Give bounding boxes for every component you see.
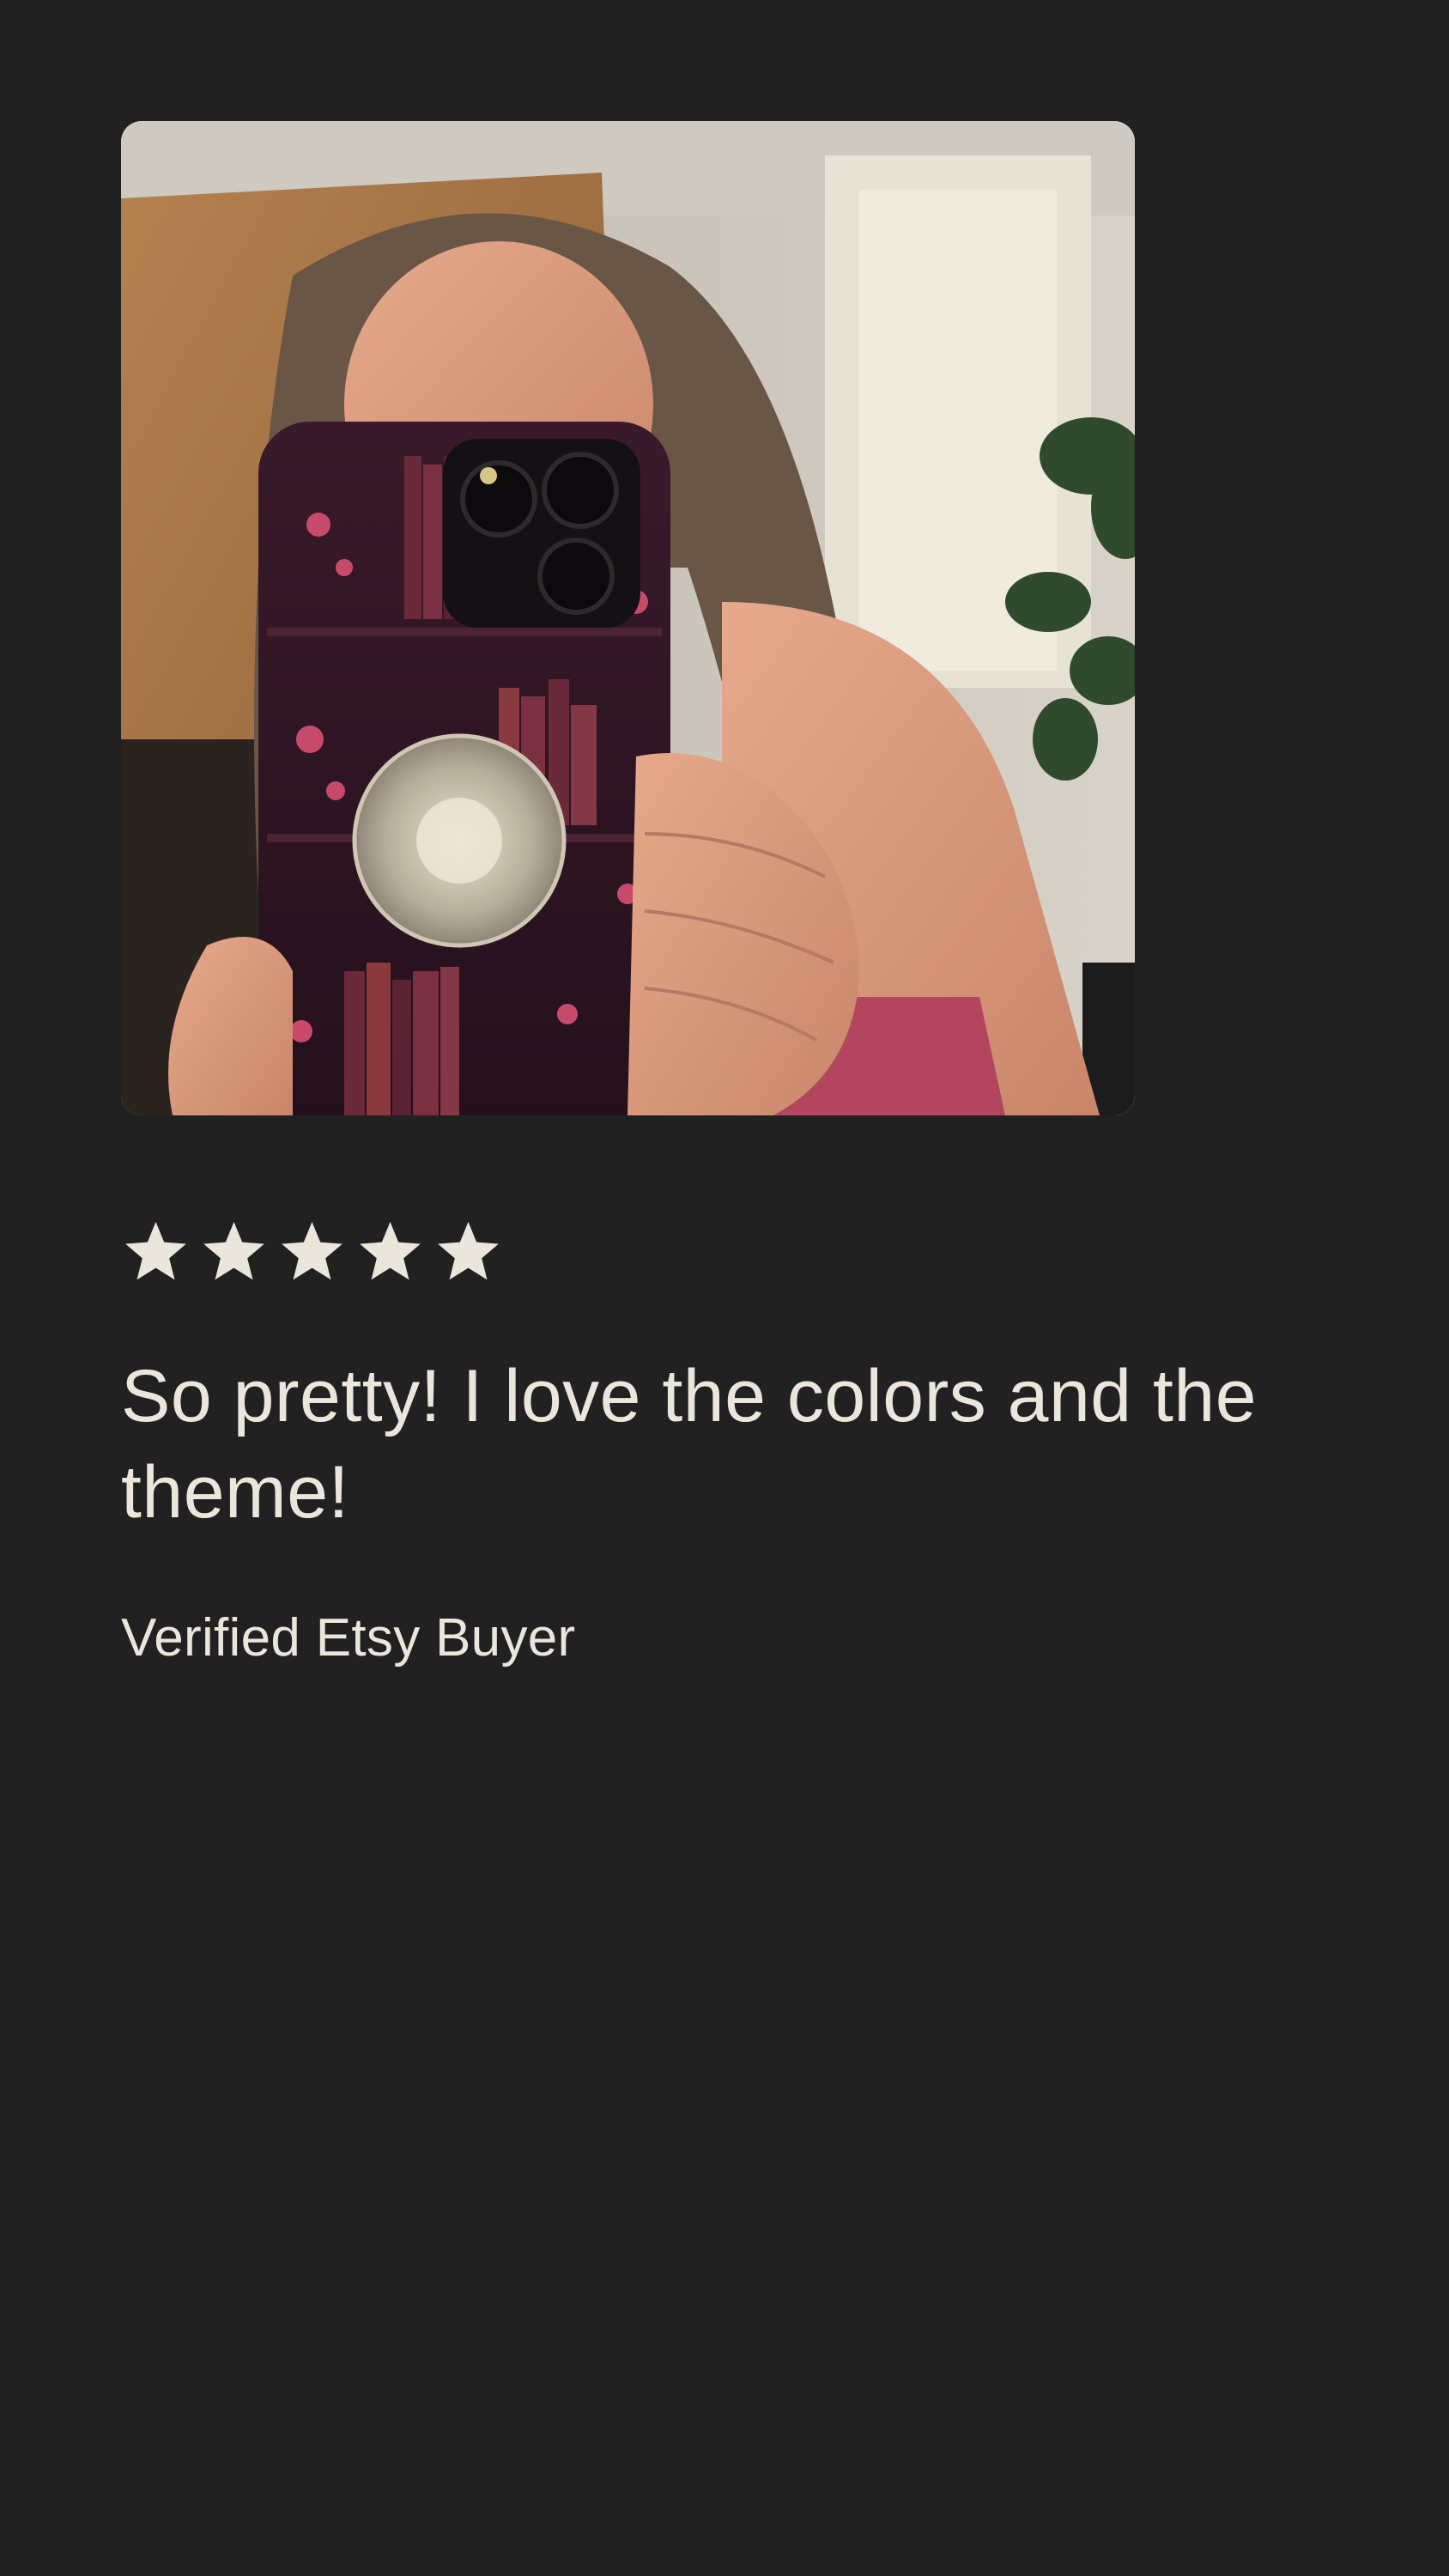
star-icon	[203, 1222, 264, 1280]
review-text: So pretty! I love the colors and the the…	[121, 1355, 1258, 1534]
review-photo-illustration	[121, 121, 1135, 1115]
star-icon	[438, 1222, 499, 1280]
star-rating	[121, 1218, 503, 1286]
star-icon	[360, 1222, 421, 1280]
review-card: So pretty! I love the colors and the the…	[0, 0, 1449, 2576]
reviewer-name: Verified Etsy Buyer	[121, 1608, 576, 1668]
star-icon	[125, 1222, 186, 1280]
review-photo[interactable]	[121, 121, 1135, 1115]
star-icon	[282, 1222, 343, 1280]
